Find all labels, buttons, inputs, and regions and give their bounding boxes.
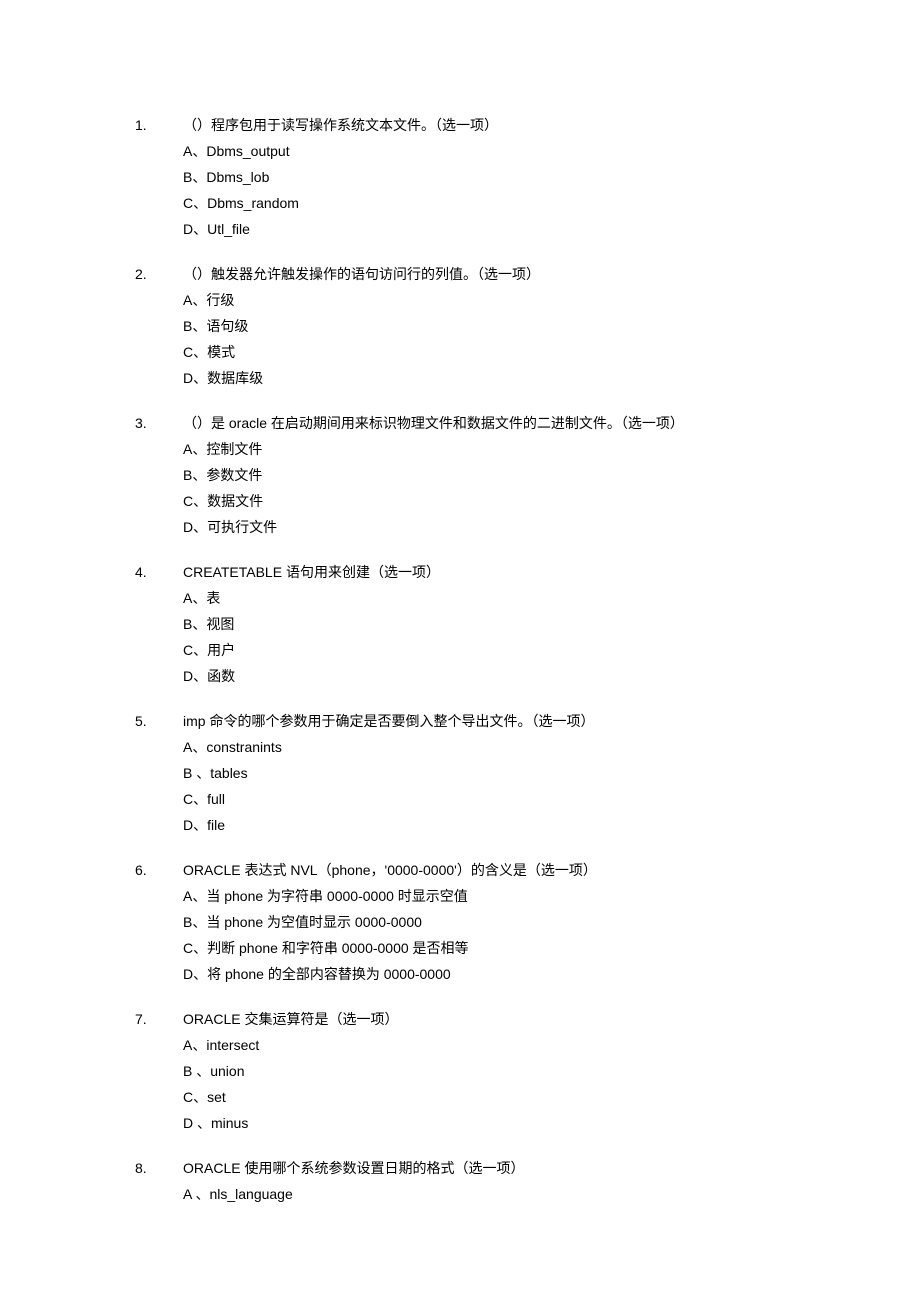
option-c: C、判断 phone 和字符串 0000-0000 是否相等 — [135, 938, 790, 959]
question-6: 6. ORACLE 表达式 NVL（phone，'0000-0000'）的含义是… — [135, 860, 790, 985]
question-2: 2. （）触发器允许触发操作的语句访问行的列值。（选一项） A、行级 B、语句级… — [135, 264, 790, 389]
question-text: ORACLE 使用哪个系统参数设置日期的格式（选一项） — [183, 1158, 790, 1179]
option-a: A、控制文件 — [135, 439, 790, 460]
option-b: B、视图 — [135, 614, 790, 635]
option-d: D、将 phone 的全部内容替换为 0000-0000 — [135, 964, 790, 985]
question-line: 2. （）触发器允许触发操作的语句访问行的列值。（选一项） — [135, 264, 790, 285]
question-line: 3. （）是 oracle 在启动期间用来标识物理文件和数据文件的二进制文件。（… — [135, 413, 790, 434]
option-d: D、数据库级 — [135, 368, 790, 389]
option-a: A、Dbms_output — [135, 141, 790, 162]
option-a: A、constranints — [135, 737, 790, 758]
option-d: D、函数 — [135, 666, 790, 687]
question-7: 7. ORACLE 交集运算符是（选一项） A、intersect B 、uni… — [135, 1009, 790, 1134]
question-text: （）触发器允许触发操作的语句访问行的列值。（选一项） — [183, 264, 790, 285]
question-number: 1. — [135, 115, 183, 136]
question-text: （）是 oracle 在启动期间用来标识物理文件和数据文件的二进制文件。（选一项… — [183, 413, 790, 434]
option-c: C、数据文件 — [135, 491, 790, 512]
option-b: B 、union — [135, 1061, 790, 1082]
question-text: CREATETABLE 语句用来创建（选一项） — [183, 562, 790, 583]
option-b: B、当 phone 为空值时显示 0000-0000 — [135, 912, 790, 933]
option-a: A、当 phone 为字符串 0000-0000 时显示空值 — [135, 886, 790, 907]
option-a: A 、nls_language — [135, 1184, 790, 1205]
option-d: D、Utl_file — [135, 219, 790, 240]
option-d: D、可执行文件 — [135, 517, 790, 538]
question-number: 7. — [135, 1009, 183, 1030]
option-c: C、full — [135, 789, 790, 810]
option-c: C、模式 — [135, 342, 790, 363]
question-line: 4. CREATETABLE 语句用来创建（选一项） — [135, 562, 790, 583]
option-b: B、语句级 — [135, 316, 790, 337]
question-text: ORACLE 表达式 NVL（phone，'0000-0000'）的含义是（选一… — [183, 860, 790, 881]
question-5: 5. imp 命令的哪个参数用于确定是否要倒入整个导出文件。（选一项） A、co… — [135, 711, 790, 836]
question-3: 3. （）是 oracle 在启动期间用来标识物理文件和数据文件的二进制文件。（… — [135, 413, 790, 538]
question-1: 1. （）程序包用于读写操作系统文本文件。（选一项） A、Dbms_output… — [135, 115, 790, 240]
question-4: 4. CREATETABLE 语句用来创建（选一项） A、表 B、视图 C、用户… — [135, 562, 790, 687]
question-number: 5. — [135, 711, 183, 732]
question-line: 1. （）程序包用于读写操作系统文本文件。（选一项） — [135, 115, 790, 136]
option-d: D 、minus — [135, 1113, 790, 1134]
option-b: B、Dbms_lob — [135, 167, 790, 188]
question-number: 6. — [135, 860, 183, 881]
question-line: 8. ORACLE 使用哪个系统参数设置日期的格式（选一项） — [135, 1158, 790, 1179]
question-text: ORACLE 交集运算符是（选一项） — [183, 1009, 790, 1030]
question-line: 7. ORACLE 交集运算符是（选一项） — [135, 1009, 790, 1030]
question-8: 8. ORACLE 使用哪个系统参数设置日期的格式（选一项） A 、nls_la… — [135, 1158, 790, 1205]
question-number: 8. — [135, 1158, 183, 1179]
question-number: 2. — [135, 264, 183, 285]
option-d: D、file — [135, 815, 790, 836]
question-number: 3. — [135, 413, 183, 434]
option-b: B 、tables — [135, 763, 790, 784]
option-a: A、intersect — [135, 1035, 790, 1056]
question-text: imp 命令的哪个参数用于确定是否要倒入整个导出文件。（选一项） — [183, 711, 790, 732]
option-c: C、用户 — [135, 640, 790, 661]
question-text: （）程序包用于读写操作系统文本文件。（选一项） — [183, 115, 790, 136]
option-a: A、表 — [135, 588, 790, 609]
option-c: C、set — [135, 1087, 790, 1108]
option-b: B、参数文件 — [135, 465, 790, 486]
question-number: 4. — [135, 562, 183, 583]
question-line: 6. ORACLE 表达式 NVL（phone，'0000-0000'）的含义是… — [135, 860, 790, 881]
option-a: A、行级 — [135, 290, 790, 311]
question-line: 5. imp 命令的哪个参数用于确定是否要倒入整个导出文件。（选一项） — [135, 711, 790, 732]
option-c: C、Dbms_random — [135, 193, 790, 214]
questions-container: 1. （）程序包用于读写操作系统文本文件。（选一项） A、Dbms_output… — [135, 115, 790, 1205]
